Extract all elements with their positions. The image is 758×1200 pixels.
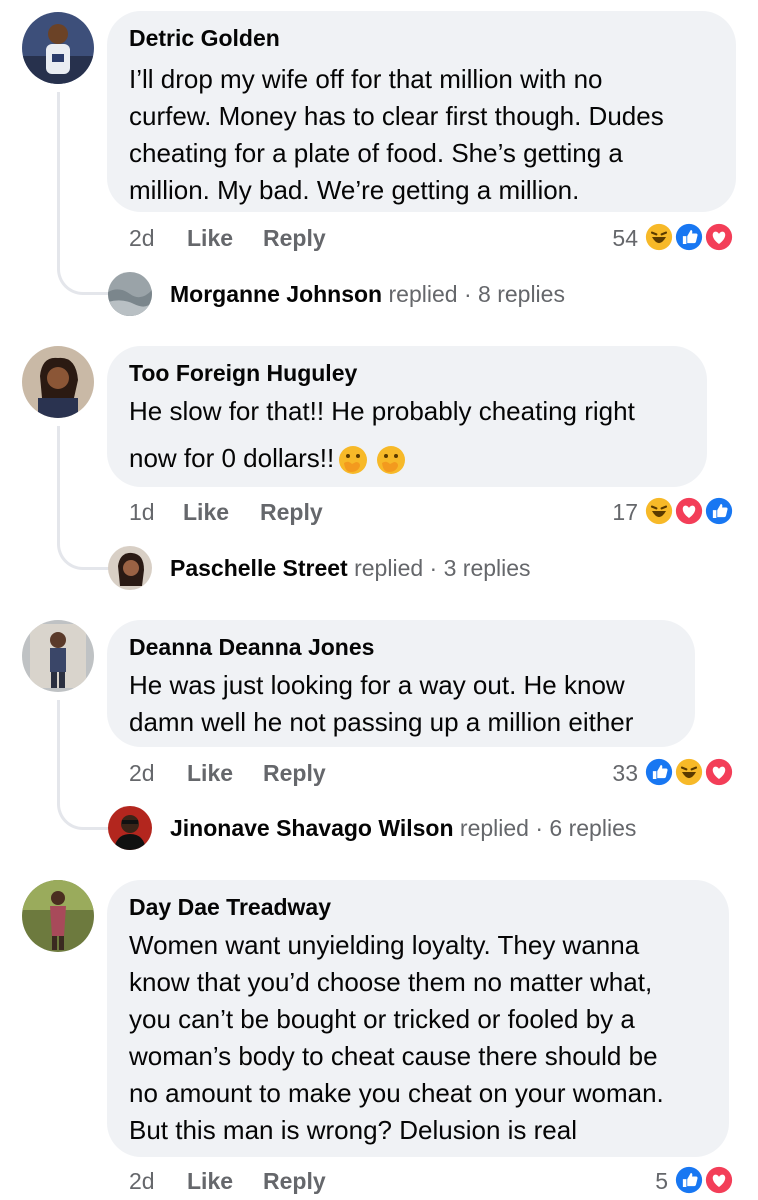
view-replies-link[interactable]: Morganne Johnson replied · 8 replies — [170, 281, 565, 308]
comment-bubble: Too Foreign Huguley He slow for that!! H… — [107, 346, 707, 487]
avatar[interactable] — [22, 12, 94, 84]
like-button[interactable]: Like — [187, 225, 233, 252]
comment-text-line-with-emoji: now for 0 dollars!! — [129, 440, 406, 477]
comment-age[interactable]: 1d — [129, 499, 155, 526]
reaction-count[interactable]: 5 — [610, 1168, 668, 1195]
reply-button[interactable]: Reply — [260, 499, 323, 526]
reply-avatar[interactable] — [108, 546, 152, 590]
comment-text-line: But this man is wrong? Delusion is real — [129, 1115, 577, 1145]
reply-thread-line — [57, 426, 112, 570]
love-reaction-icon — [703, 1164, 735, 1196]
reply-thread-line — [57, 700, 112, 830]
comment-age[interactable]: 2d — [129, 760, 155, 787]
comment-bubble: Deanna Deanna Jones He was just looking … — [107, 620, 695, 747]
comment-bubble: Day Dae Treadway Women want unyielding l… — [107, 880, 729, 1157]
haha-reaction-icon — [643, 221, 675, 253]
love-reaction-icon — [673, 495, 705, 527]
separator-dot: · — [429, 555, 438, 581]
like-button[interactable]: Like — [187, 1168, 233, 1195]
comment-text-line: know that you’d choose them no matter wh… — [129, 967, 653, 997]
comment-text-line: I’ll drop my wife off for that million w… — [129, 64, 603, 94]
comment-text-line: cheating for a plate of food. She’s gett… — [129, 138, 623, 168]
reply-button[interactable]: Reply — [263, 225, 326, 252]
reply-avatar[interactable] — [108, 806, 152, 850]
like-reaction-icon — [673, 221, 705, 253]
haha-reaction-icon — [643, 495, 675, 527]
replied-label: replied — [354, 555, 424, 581]
haha-reaction-icon — [673, 756, 705, 788]
hand-over-mouth-emoji-icon — [338, 445, 368, 475]
avatar[interactable] — [22, 346, 94, 418]
like-reaction-icon — [673, 1164, 705, 1196]
reply-count: 6 replies — [549, 815, 637, 841]
reply-button[interactable]: Reply — [263, 760, 326, 787]
comment-author[interactable]: Detric Golden — [129, 25, 280, 52]
avatar[interactable] — [22, 880, 94, 952]
comment-text-line: He was just looking for a way out. He kn… — [129, 670, 625, 700]
reaction-count[interactable]: 17 — [580, 499, 638, 526]
love-reaction-icon — [703, 221, 735, 253]
view-replies-link[interactable]: Jinonave Shavago Wilson replied · 6 repl… — [170, 815, 636, 842]
avatar[interactable] — [22, 620, 94, 692]
comment-text-line: curfew. Money has to clear first though.… — [129, 101, 664, 131]
replied-label: replied — [459, 815, 529, 841]
reply-author: Paschelle Street — [170, 555, 348, 581]
comment-text-line: Women want unyielding loyalty. They wann… — [129, 930, 640, 960]
reaction-count[interactable]: 33 — [580, 760, 638, 787]
comment-text-line: million. My bad. We’re getting a million… — [129, 175, 580, 205]
separator-dot: · — [535, 815, 544, 841]
comment-text-line: He slow for that!! He probably cheating … — [129, 396, 635, 426]
view-replies-link[interactable]: Paschelle Street replied · 3 replies — [170, 555, 531, 582]
comment-author[interactable]: Deanna Deanna Jones — [129, 634, 374, 661]
comment-text-line: now for 0 dollars!! — [129, 443, 335, 473]
reply-button[interactable]: Reply — [263, 1168, 326, 1195]
reply-count: 8 replies — [478, 281, 565, 307]
comment-text-line: you can’t be bought or tricked or fooled… — [129, 1004, 635, 1034]
comment-age[interactable]: 2d — [129, 1168, 155, 1195]
reaction-count[interactable]: 54 — [580, 225, 638, 252]
comment-bubble: Detric Golden I’ll drop my wife off for … — [107, 11, 736, 212]
replied-label: replied — [388, 281, 458, 307]
comment-text-line: no amount to make you cheat on your woma… — [129, 1078, 664, 1108]
reply-author: Jinonave Shavago Wilson — [170, 815, 454, 841]
comment-text-line: woman’s body to cheat cause there should… — [129, 1041, 658, 1071]
comment-age[interactable]: 2d — [129, 225, 155, 252]
reply-thread-line — [57, 92, 112, 295]
like-button[interactable]: Like — [183, 499, 229, 526]
separator-dot: · — [463, 281, 472, 307]
like-button[interactable]: Like — [187, 760, 233, 787]
comment-author[interactable]: Too Foreign Huguley — [129, 360, 357, 387]
reply-avatar[interactable] — [108, 272, 152, 316]
comment-author[interactable]: Day Dae Treadway — [129, 894, 331, 921]
comment-text-line: damn well he not passing up a million ei… — [129, 707, 634, 737]
like-reaction-icon — [703, 495, 735, 527]
hand-over-mouth-emoji-icon — [376, 445, 406, 475]
love-reaction-icon — [703, 756, 735, 788]
like-reaction-icon — [643, 756, 675, 788]
reply-author: Morganne Johnson — [170, 281, 383, 307]
reply-count: 3 replies — [443, 555, 531, 581]
